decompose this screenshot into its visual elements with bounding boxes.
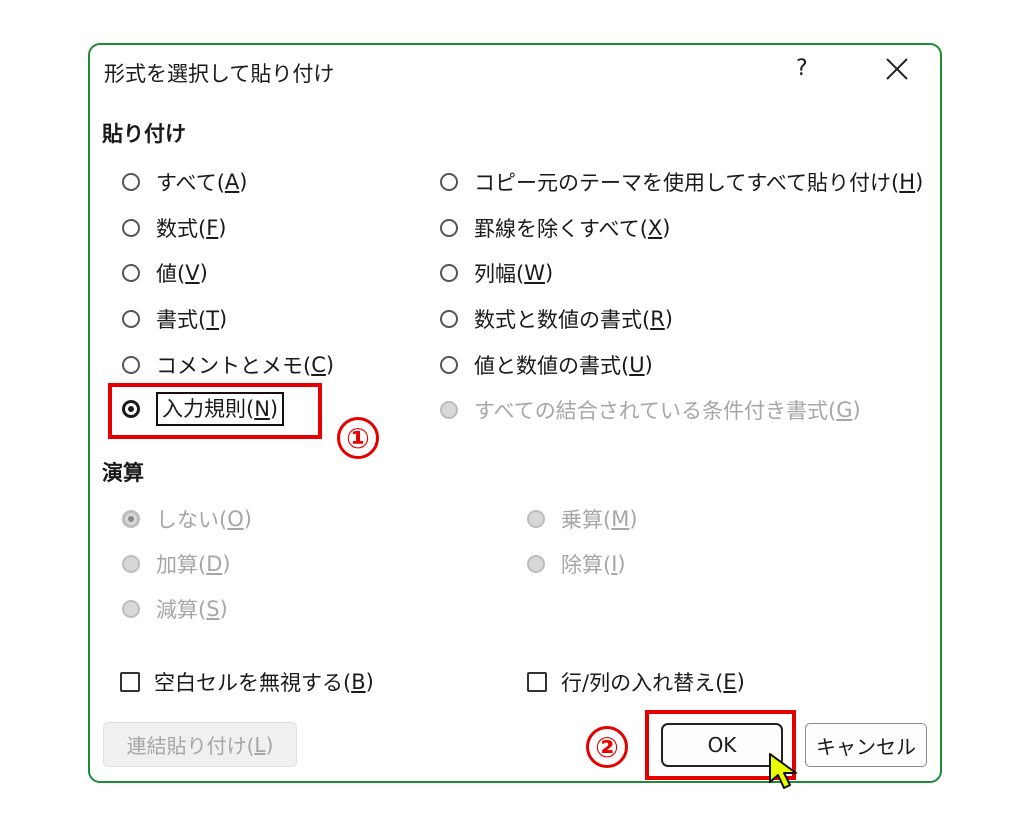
radio-icon[interactable] [122, 264, 140, 282]
help-button[interactable]: ? [796, 56, 808, 81]
step2-badge: ② [586, 726, 628, 768]
paste-option-source-theme[interactable]: コピー元のテーマを使用してすべて貼り付け(H) [440, 168, 923, 196]
checkbox-icon[interactable] [527, 672, 547, 692]
paste-option-formulas[interactable]: 数式(F) [122, 214, 227, 242]
paste-option-values[interactable]: 値(V) [122, 259, 208, 287]
radio-icon [527, 555, 545, 573]
radio-icon[interactable] [440, 356, 458, 374]
operation-option-divide: 除算(I) [527, 550, 626, 578]
paste-link-button: 連結貼り付け(L) [103, 722, 297, 767]
cancel-button[interactable]: キャンセル [805, 723, 927, 767]
operation-option-add: 加算(D) [122, 550, 231, 578]
operation-section-heading: 演算 [102, 461, 144, 485]
operation-option-multiply: 乗算(M) [527, 505, 638, 533]
paste-option-except-borders[interactable]: 罫線を除くすべて(X) [440, 214, 670, 242]
operation-option-none: しない(O) [122, 505, 252, 533]
paste-option-comments[interactable]: コメントとメモ(C) [122, 351, 334, 379]
dialog-title: 形式を選択して貼り付け [104, 62, 335, 86]
radio-icon[interactable] [122, 310, 140, 328]
paste-option-formats[interactable]: 書式(T) [122, 305, 227, 333]
paste-option-all[interactable]: すべて(A) [122, 168, 247, 196]
transpose-checkbox[interactable]: 行/列の入れ替え(E) [527, 668, 745, 696]
radio-icon[interactable] [440, 219, 458, 237]
paste-option-formulas-number-formats[interactable]: 数式と数値の書式(R) [440, 305, 673, 333]
radio-icon[interactable] [122, 219, 140, 237]
radio-icon [527, 510, 545, 528]
radio-icon[interactable] [122, 173, 140, 191]
radio-icon[interactable] [440, 310, 458, 328]
close-icon[interactable] [884, 56, 910, 82]
checkbox-icon[interactable] [120, 672, 140, 692]
paste-option-merged-conditional-formats: すべての結合されている条件付き書式(G) [440, 396, 861, 424]
mouse-cursor-icon [768, 752, 808, 796]
paste-option-column-widths[interactable]: 列幅(W) [440, 259, 553, 287]
step1-highlight [108, 383, 322, 439]
radio-icon[interactable] [440, 264, 458, 282]
radio-icon[interactable] [122, 356, 140, 374]
radio-icon [440, 401, 458, 419]
step1-badge: ① [337, 417, 379, 459]
radio-icon[interactable] [440, 173, 458, 191]
skip-blanks-checkbox[interactable]: 空白セルを無視する(B) [120, 668, 374, 696]
operation-option-subtract: 減算(S) [122, 595, 228, 623]
radio-icon [122, 600, 140, 618]
radio-icon [122, 555, 140, 573]
paste-option-values-number-formats[interactable]: 値と数値の書式(U) [440, 351, 653, 379]
paste-section-heading: 貼り付け [102, 122, 186, 146]
radio-selected-icon [122, 510, 140, 528]
